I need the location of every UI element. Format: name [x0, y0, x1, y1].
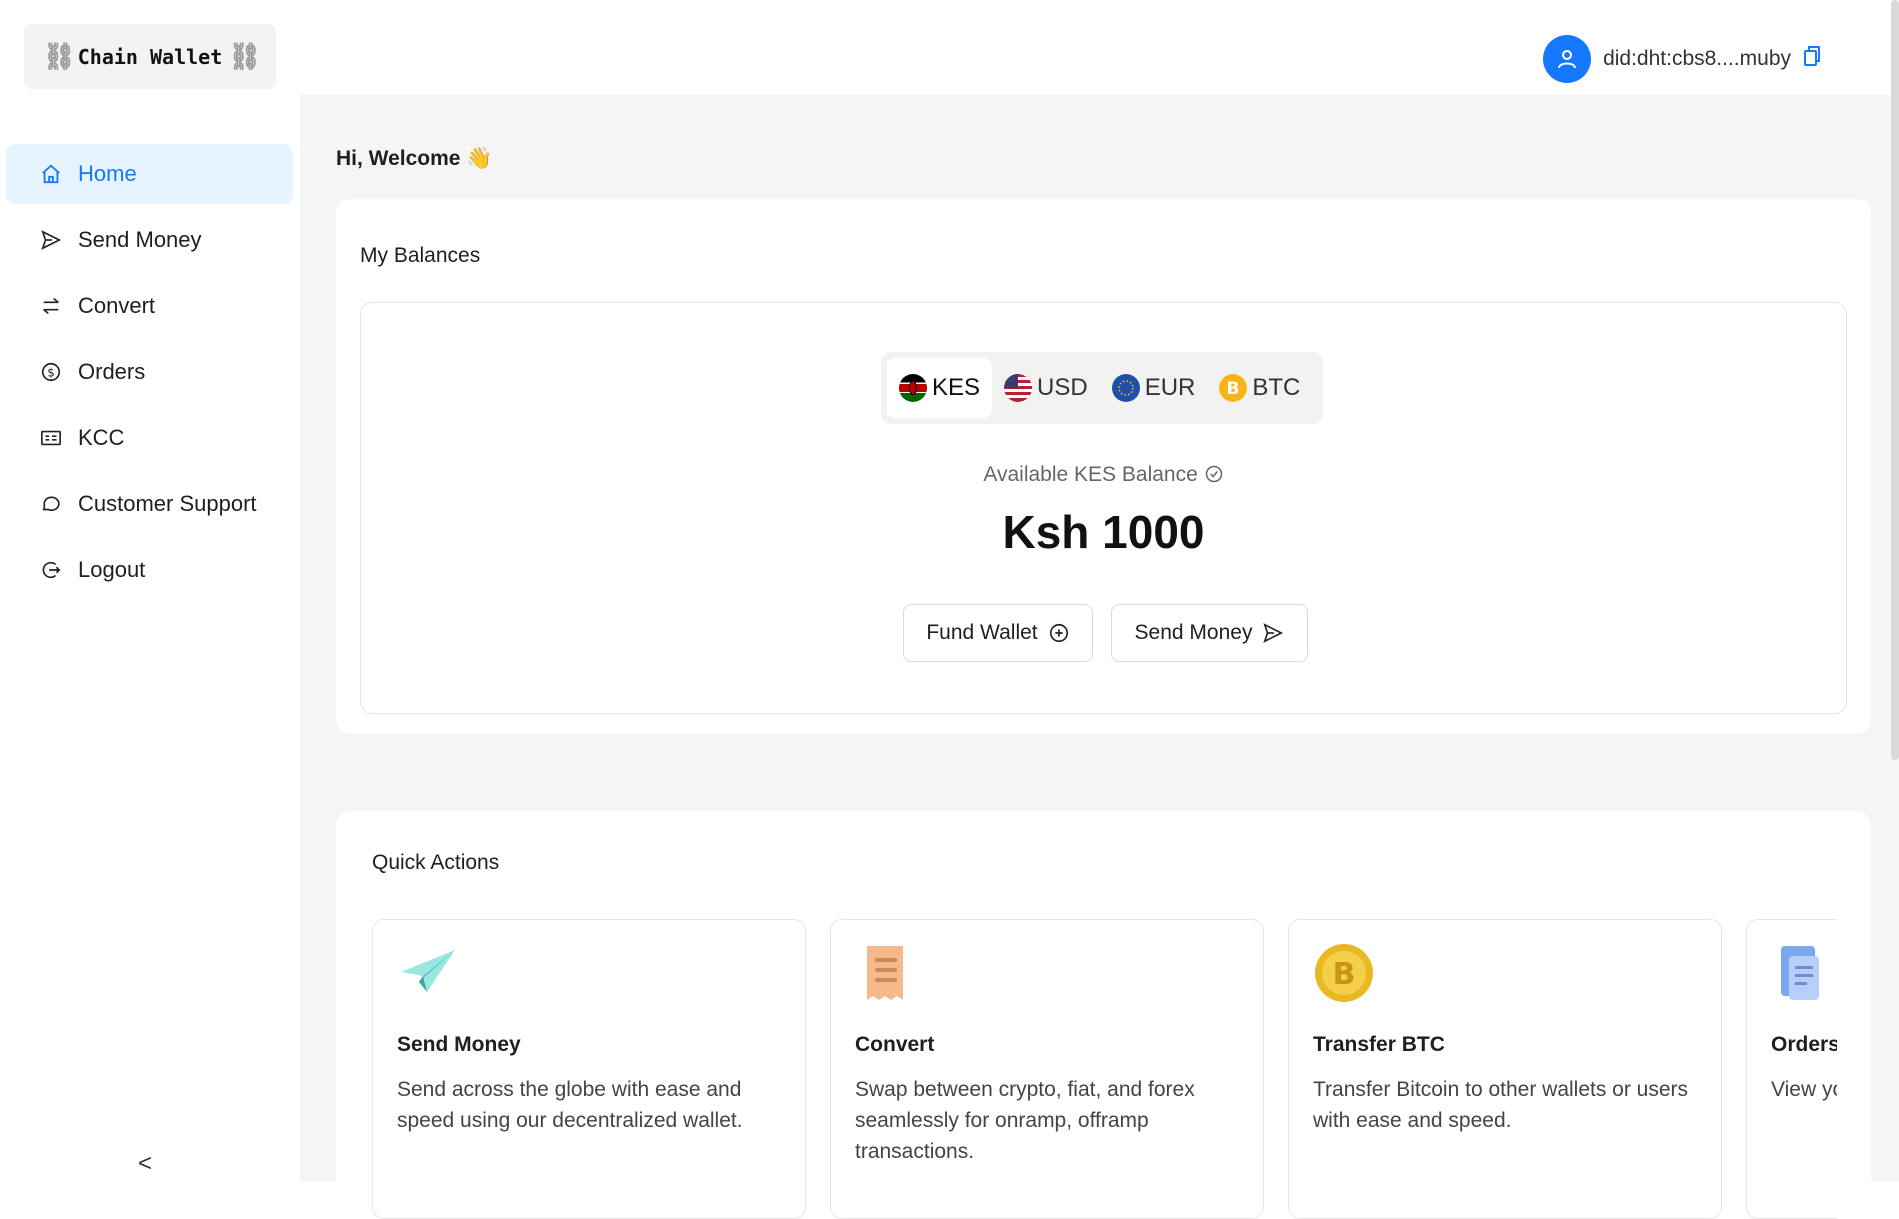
balance-panel: KES USD EUR B BTC Available KES Balance …	[360, 302, 1847, 714]
user-did: did:dht:cbs8....muby	[1603, 47, 1791, 70]
sidebar-item-label: Convert	[78, 293, 156, 318]
sidebar-nav: Home Send Money Convert $ Orders KCC Cus…	[6, 144, 293, 606]
sidebar-item-customer-support[interactable]: Customer Support	[6, 474, 293, 534]
sidebar-item-label: KCC	[78, 425, 125, 450]
currency-label: EUR	[1144, 374, 1196, 401]
home-icon	[40, 163, 62, 185]
document-scroll-icon	[1771, 942, 1833, 1004]
quick-action-transfer-btc[interactable]: B Transfer BTC Transfer Bitcoin to other…	[1288, 919, 1722, 1219]
currency-label: KES	[932, 374, 981, 401]
sidebar-item-label: Orders	[78, 359, 146, 384]
quick-action-desc: Transfer Bitcoin to other wallets or use…	[1313, 1078, 1689, 1132]
id-card-icon	[40, 427, 62, 449]
chevron-left-icon: <	[138, 1150, 153, 1177]
chat-icon	[40, 493, 62, 515]
sidebar: ⛓ Chain Wallet ⛓ Home Send Money Convert…	[0, 0, 301, 1181]
quick-action-desc: Swap between crypto, fiat, and forex sea…	[855, 1078, 1195, 1163]
quick-actions-title: Quick Actions	[372, 851, 500, 874]
user-icon	[1558, 50, 1577, 69]
quick-action-title: Orders	[1771, 1033, 1837, 1056]
quick-action-title: Convert	[855, 1033, 935, 1056]
svg-text:$: $	[47, 366, 55, 380]
quick-action-desc: View your onramp and offramp orders	[1771, 1078, 1837, 1101]
sidebar-item-home[interactable]: Home	[6, 144, 293, 204]
avatar[interactable]	[1543, 35, 1592, 83]
sidebar-item-label: Logout	[78, 557, 146, 582]
currency-tab-kes[interactable]: KES	[887, 358, 993, 418]
available-balance-label: Available KES Balance	[361, 463, 1846, 487]
quick-action-title: Send Money	[397, 1033, 521, 1056]
chain-icon: ⛓	[42, 41, 76, 72]
quick-action-desc: Send across the globe with ease and spee…	[397, 1078, 743, 1132]
sidebar-item-label: Customer Support	[78, 491, 257, 516]
sidebar-item-send-money[interactable]: Send Money	[6, 210, 293, 270]
collapse-sidebar-button[interactable]: <	[138, 1150, 152, 1178]
page-scrollbar[interactable]	[1891, 0, 1899, 760]
plus-circle-icon	[1049, 623, 1068, 643]
chain-icon: ⛓	[228, 41, 261, 72]
balances-card: My Balances KES USD EUR B BTC Available …	[336, 199, 1871, 734]
sidebar-item-label: Home	[78, 161, 137, 186]
swap-icon	[40, 295, 62, 317]
user-menu[interactable]: did:dht:cbs8....muby	[1543, 35, 1821, 83]
currency-label: USD	[1037, 374, 1088, 401]
sidebar-item-label: Send Money	[78, 227, 202, 252]
send-money-button[interactable]: Send Money	[1111, 604, 1308, 662]
quick-action-convert[interactable]: Convert Swap between crypto, fiat, and f…	[830, 919, 1264, 1219]
bitcoin-coin-icon: B	[1313, 942, 1375, 1004]
main-content: Hi, Welcome 👋 My Balances KES USD EUR B …	[300, 95, 1899, 1219]
sidebar-item-convert[interactable]: Convert	[6, 276, 293, 336]
currency-selector: KES USD EUR B BTC	[881, 352, 1323, 424]
svg-text:B: B	[1333, 957, 1356, 992]
logout-icon	[40, 559, 62, 581]
receipt-icon	[855, 942, 917, 1004]
quick-action-title: Transfer BTC	[1313, 1033, 1445, 1056]
quick-actions-card: Quick Actions Send Money Send across the…	[336, 811, 1871, 1219]
kenya-flag-icon	[899, 374, 927, 402]
sidebar-item-kcc[interactable]: KCC	[6, 408, 293, 468]
app-name: Chain Wallet	[77, 44, 223, 69]
eu-flag-icon	[1111, 374, 1140, 402]
bitcoin-icon: B	[1219, 374, 1248, 402]
quick-action-orders[interactable]: Orders View your onramp and offramp orde…	[1746, 919, 1837, 1219]
sidebar-item-logout[interactable]: Logout	[6, 540, 293, 600]
fund-wallet-button[interactable]: Fund Wallet	[903, 604, 1093, 662]
currency-tab-usd[interactable]: USD	[992, 358, 1100, 418]
send-icon	[40, 229, 62, 251]
quick-action-send-money[interactable]: Send Money Send across the globe with ea…	[372, 919, 806, 1219]
sidebar-item-orders[interactable]: $ Orders	[6, 342, 293, 402]
send-icon	[1263, 623, 1284, 643]
currency-tab-eur[interactable]: EUR	[1100, 358, 1208, 418]
copy-icon[interactable]	[1803, 45, 1821, 73]
paper-plane-icon	[397, 942, 459, 1004]
currency-label: BTC	[1252, 374, 1301, 401]
svg-text:B: B	[1227, 379, 1240, 399]
us-flag-icon	[1004, 374, 1033, 402]
dollar-circle-icon: $	[40, 361, 62, 383]
balances-title: My Balances	[360, 244, 481, 267]
app-logo[interactable]: ⛓ Chain Wallet ⛓	[24, 24, 276, 89]
currency-tab-btc[interactable]: B BTC	[1207, 358, 1312, 418]
top-header: did:dht:cbs8....muby	[300, 0, 1899, 95]
check-circle-icon	[1205, 465, 1222, 483]
quick-actions-carousel: Send Money Send across the globe with ea…	[372, 919, 1837, 1219]
balance-amount: Ksh 1000	[1002, 506, 1205, 558]
welcome-heading: Hi, Welcome 👋	[336, 147, 493, 170]
